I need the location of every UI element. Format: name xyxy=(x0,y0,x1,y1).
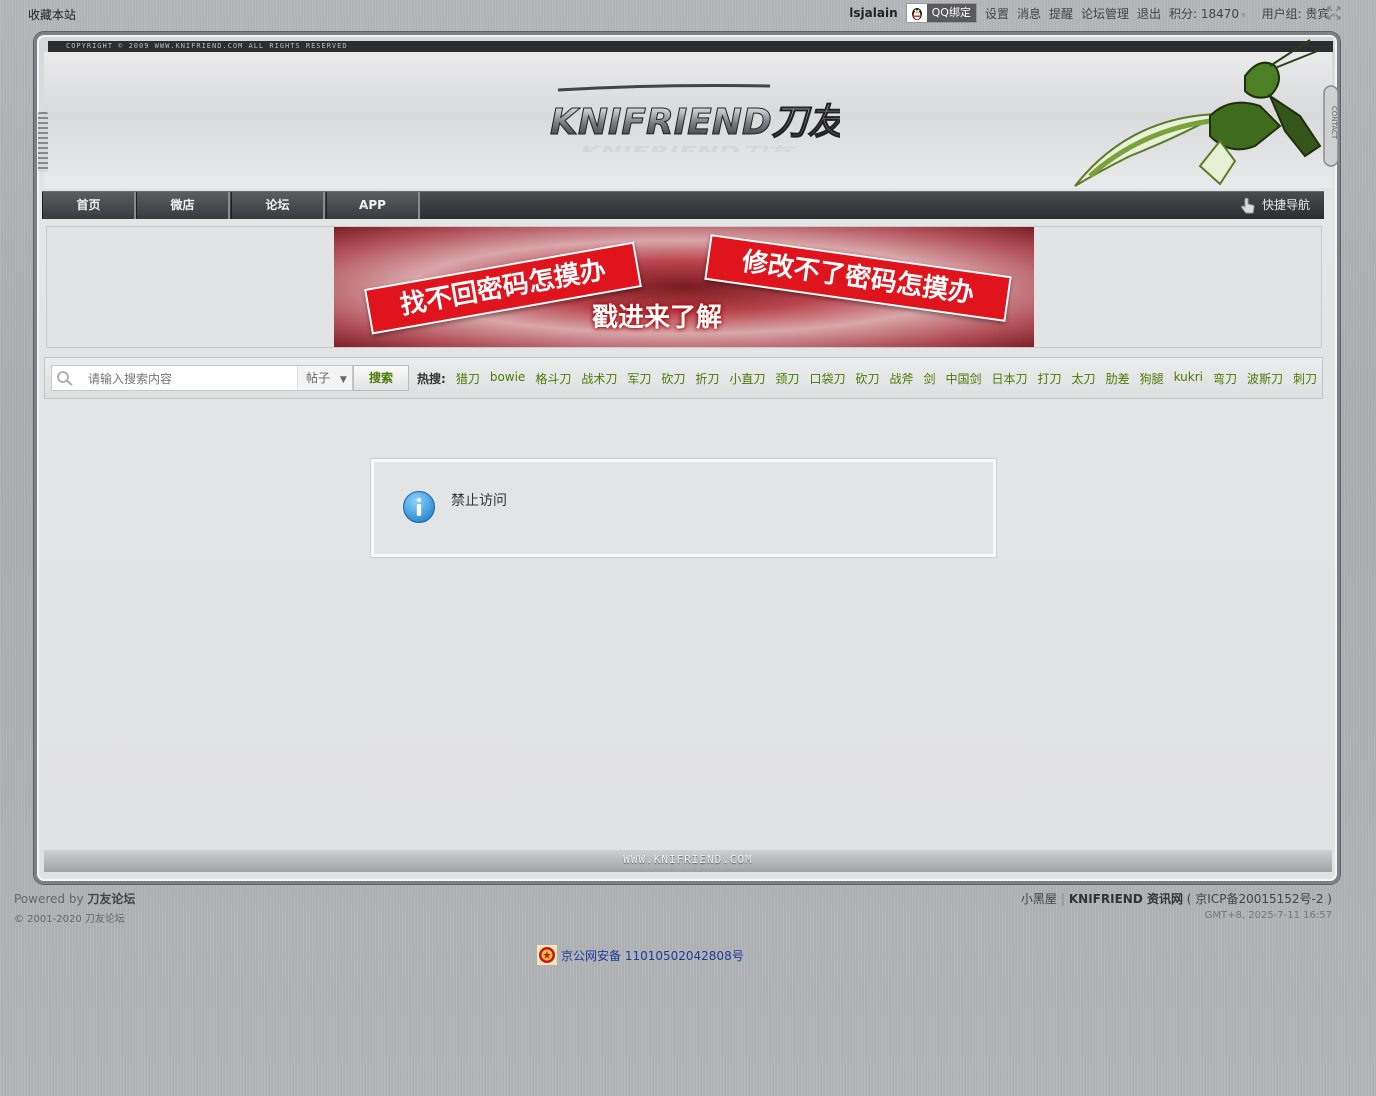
qq-bind-button[interactable]: QQ绑定 xyxy=(905,3,977,23)
contact-tab-label[interactable]: CONTACT xyxy=(1330,106,1338,140)
police-record-link[interactable]: 京公网安备 11010502042808号 xyxy=(561,947,744,964)
hot-search-link[interactable]: 战术刀 xyxy=(581,370,617,387)
powered-by: Powered by 刀友论坛 xyxy=(14,890,135,907)
police-record[interactable]: 京公网安备 11010502042808号 xyxy=(537,945,744,965)
svg-text:KNIFRIEND刀友: KNIFRIEND刀友 xyxy=(550,102,840,143)
forum-admin-link[interactable]: 论坛管理 xyxy=(1081,5,1129,22)
footer-divider: | xyxy=(1060,892,1065,906)
server-time: GMT+8, 2025-7-11 16:57 xyxy=(1204,910,1332,921)
hot-search-link[interactable]: 波斯刀 xyxy=(1247,370,1283,387)
hot-search-link[interactable]: 日本刀 xyxy=(992,370,1028,387)
qq-bind-label: QQ绑定 xyxy=(926,4,976,22)
hot-search-link[interactable]: 格斗刀 xyxy=(535,370,571,387)
hot-search-link[interactable]: 军刀 xyxy=(627,370,651,387)
icp-link[interactable]: ( 京ICP备20015152号-2 ) xyxy=(1187,892,1332,906)
hot-search-link[interactable]: 砍刀 xyxy=(855,370,879,387)
password-help-banner[interactable]: 找不回密码怎摸办 修改不了密码怎摸办 戳进来了解 xyxy=(334,227,1034,347)
quick-nav-label: 快捷导航 xyxy=(1261,198,1310,212)
hot-search-link[interactable]: 肋差 xyxy=(1106,370,1130,387)
messages-link[interactable]: 消息 xyxy=(1017,5,1041,22)
knifriend-logo[interactable]: KNIFRIEND刀友 KNIFRIEND刀友 xyxy=(540,82,840,152)
hot-search-link[interactable]: 砍刀 xyxy=(661,370,685,387)
search-input[interactable] xyxy=(86,367,298,391)
hot-search-link[interactable]: 小直刀 xyxy=(729,370,765,387)
powered-prefix: Powered by xyxy=(14,892,84,906)
nav-item-shop[interactable]: 微店 xyxy=(136,192,230,219)
search-type-label: 帖子 xyxy=(306,371,331,385)
nav-item-home[interactable]: 首页 xyxy=(42,192,136,219)
hot-search-link[interactable]: 打刀 xyxy=(1038,370,1062,387)
favorite-link[interactable]: 收藏本站 xyxy=(28,6,76,23)
police-badge-icon xyxy=(537,945,557,965)
usergroup-label: 用户组: 贵宾 xyxy=(1261,6,1330,21)
nav-item-forum[interactable]: 论坛 xyxy=(231,192,325,219)
chevron-down-icon: ▼ xyxy=(339,375,347,385)
footer-copyright: © 2001-2020 刀友论坛 xyxy=(14,914,125,925)
news-site-link[interactable]: KNIFRIEND 资讯网 xyxy=(1069,892,1183,906)
usergroup-menu[interactable]: 用户组: 贵宾 ▾ xyxy=(1262,5,1336,22)
hot-search-link[interactable]: 太刀 xyxy=(1072,370,1096,387)
hot-search-link[interactable]: 口袋刀 xyxy=(809,370,845,387)
info-icon xyxy=(403,491,435,523)
hot-search-link[interactable]: 弯刀 xyxy=(1213,370,1237,387)
chevron-down-icon: ▾ xyxy=(1241,10,1246,21)
top-toolbar: 收藏本站 lsjalain QQ绑定 设置 消息 提醒 论坛管理 退出 积分: … xyxy=(0,0,1376,28)
hot-search-link[interactable]: 折刀 xyxy=(695,370,719,387)
hot-search-link[interactable]: 猎刀 xyxy=(456,370,480,387)
svg-text:KNIFRIEND刀友: KNIFRIEND刀友 xyxy=(580,144,796,152)
hot-search-link[interactable]: 颈刀 xyxy=(775,370,799,387)
main-nav: 首页 微店 论坛 APP 快捷导航 xyxy=(42,191,1324,219)
alert-message: 禁止访问 xyxy=(451,493,507,509)
user-bar: lsjalain QQ绑定 设置 消息 提醒 论坛管理 退出 积分: 18470… xyxy=(849,3,1336,23)
mantis-illustration: CONTACT xyxy=(1074,39,1339,187)
nav-item-app[interactable]: APP xyxy=(326,192,420,219)
blacklist-link[interactable]: 小黑屋 xyxy=(1021,892,1057,906)
points-menu[interactable]: 积分: 18470 ▾ xyxy=(1169,5,1246,22)
widescreen-toggle-icon[interactable] xyxy=(1326,5,1342,21)
site-url-label: WWW.KNIFRIEND.COM xyxy=(623,853,753,866)
hot-search-link[interactable]: 狗腿 xyxy=(1140,370,1164,387)
powered-forum-link[interactable]: 刀友论坛 xyxy=(87,892,135,906)
hand-pointer-icon xyxy=(1241,197,1255,213)
notifications-link[interactable]: 提醒 xyxy=(1049,5,1073,22)
points-label: 积分: 18470 xyxy=(1169,6,1240,21)
hot-search-link[interactable]: 刺刀 xyxy=(1293,370,1317,387)
search-icon xyxy=(57,371,73,386)
logout-link[interactable]: 退出 xyxy=(1137,5,1161,22)
banner-line-3: 戳进来了解 xyxy=(592,303,723,333)
quick-nav-button[interactable]: 快捷导航 xyxy=(1240,192,1310,219)
qq-penguin-icon xyxy=(906,4,927,22)
hot-search-link[interactable]: bowie xyxy=(490,370,526,387)
search-button[interactable]: 搜索 xyxy=(353,365,409,391)
hot-search-list: 热搜: 猎刀 bowie 格斗刀 战术刀 军刀 砍刀 折刀 小直刀 颈刀 口袋刀… xyxy=(417,370,1317,387)
username-link[interactable]: lsjalain xyxy=(849,6,897,20)
hot-search-label: 热搜: xyxy=(417,372,446,386)
search-type-select[interactable]: 帖子 ▼ xyxy=(297,366,352,390)
hot-search-link[interactable]: kukri xyxy=(1174,370,1203,387)
footer-links: 小黑屋 | KNIFRIEND 资讯网 ( 京ICP备20015152号-2 ) xyxy=(1021,890,1332,907)
settings-link[interactable]: 设置 xyxy=(985,5,1009,22)
hot-search-link[interactable]: 战斧 xyxy=(889,370,913,387)
banner-line-2: 修改不了密码怎摸办 xyxy=(704,234,1012,322)
hot-search-link[interactable]: 中国剑 xyxy=(946,370,982,387)
vent-decoration xyxy=(38,112,48,172)
hot-search-link[interactable]: 剑 xyxy=(923,370,935,387)
